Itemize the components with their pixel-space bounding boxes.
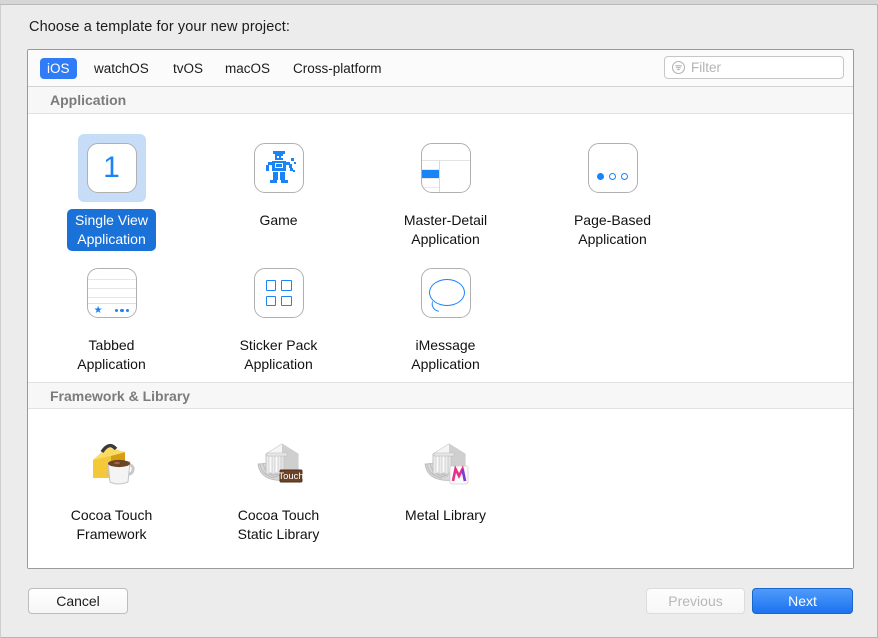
template-label: Cocoa Touch Framework [63,504,160,546]
template-label-line1: iMessage [415,337,476,353]
template-label-line2: Framework [76,526,147,542]
tab-watchos[interactable]: watchOS [87,58,156,79]
icon-holder [245,134,313,202]
tab-ios[interactable]: iOS [40,58,77,79]
template-browser-panel: iOS watchOS tvOS macOS Cross-platform Fi… [27,49,854,569]
template-tabbed-application[interactable]: ★ Tabbed Application [28,251,195,376]
tab-cross-platform[interactable]: Cross-platform [286,58,389,79]
template-page-based-application[interactable]: Page-Based Application [529,126,696,251]
sticker-pack-icon [253,268,304,318]
template-metal-library[interactable]: Metal Library [362,421,529,546]
template-label-line1: Page-Based [573,212,652,228]
template-label-line1: Single View [75,212,148,228]
icon-holder [412,259,480,327]
library-metal-icon [424,443,468,485]
template-label-line2: Application [411,356,480,372]
filter-field[interactable]: Filter [664,56,844,79]
star-icon: ★ [93,304,103,316]
single-view-icon: 1 [86,143,137,193]
dialog-body: Choose a template for your new project: … [0,5,878,638]
icon-holder: Touch [245,429,313,497]
template-label-line1: Sticker Pack [239,337,318,353]
more-dots-icon [114,308,130,313]
icon-holder [78,429,146,497]
template-label-line2: Application [244,356,313,372]
template-single-view-application[interactable]: 1 Single View Application [28,126,195,251]
page-based-icon [587,143,638,193]
template-imessage-application[interactable]: iMessage Application [362,251,529,376]
previous-button[interactable]: Previous [646,588,745,614]
template-label: Game [259,212,298,228]
template-cocoa-touch-framework[interactable]: Cocoa Touch Framework [28,421,195,546]
filter-input-placeholder[interactable]: Filter [691,60,721,75]
template-label-line1: Cocoa Touch [70,507,153,523]
template-game[interactable]: Game [195,126,362,251]
template-label-line2: Application [411,231,480,247]
template-label: Sticker Pack Application [232,334,326,376]
icon-holder: ★ [78,259,146,327]
framework-library-template-grid: Cocoa Touch Framework Touch Cocoa Touch … [28,409,853,552]
section-header-application: Application [28,87,853,114]
template-label: Cocoa Touch Static Library [230,504,328,546]
icon-holder [579,134,647,202]
template-label-line2: Application [578,231,647,247]
icon-holder [412,429,480,497]
section-header-framework-library: Framework & Library [28,382,853,409]
template-label: Single View Application [67,209,156,251]
template-label-line1: Cocoa Touch [237,507,320,523]
template-label: Master-Detail Application [396,209,495,251]
icon-holder [245,259,313,327]
template-label: Metal Library [405,507,486,523]
application-template-grid: 1 Single View Application Game Master-De… [28,114,853,382]
game-robot-icon [253,143,304,193]
tab-macos[interactable]: macOS [218,58,277,79]
tabbed-icon: ★ [86,268,137,318]
page-title: Choose a template for your new project: [29,19,291,35]
template-label-line2: Application [77,356,146,372]
template-label: iMessage Application [403,334,488,376]
selection-highlight: 1 [77,134,146,202]
next-button[interactable]: Next [752,588,853,614]
icon-holder [412,134,480,202]
template-scroll-area[interactable]: Application 1 Single View Application Ga… [28,87,853,568]
template-cocoa-touch-static-library[interactable]: Touch Cocoa Touch Static Library [195,421,362,546]
template-label-line2: Application [77,231,146,247]
template-label-line1: Master-Detail [403,212,488,228]
imessage-icon [420,268,471,318]
master-detail-icon [420,143,471,193]
template-label: Page-Based Application [566,209,659,251]
platform-tabbar: iOS watchOS tvOS macOS Cross-platform Fi… [28,50,853,87]
template-label: Tabbed Application [69,334,154,376]
cancel-button[interactable]: Cancel [28,588,128,614]
filter-circle-icon [671,60,686,75]
template-master-detail-application[interactable]: Master-Detail Application [362,126,529,251]
template-sticker-pack-application[interactable]: Sticker Pack Application [195,251,362,376]
svg-text:Touch: Touch [278,471,303,482]
template-label-line2: Static Library [237,526,320,542]
toolbox-coffee-icon [92,443,135,485]
new-project-template-dialog: Choose a template for your new project: … [0,0,878,638]
library-touch-icon: Touch [257,443,303,483]
template-label-line1: Tabbed [88,337,135,353]
tab-tvos[interactable]: tvOS [166,58,210,79]
